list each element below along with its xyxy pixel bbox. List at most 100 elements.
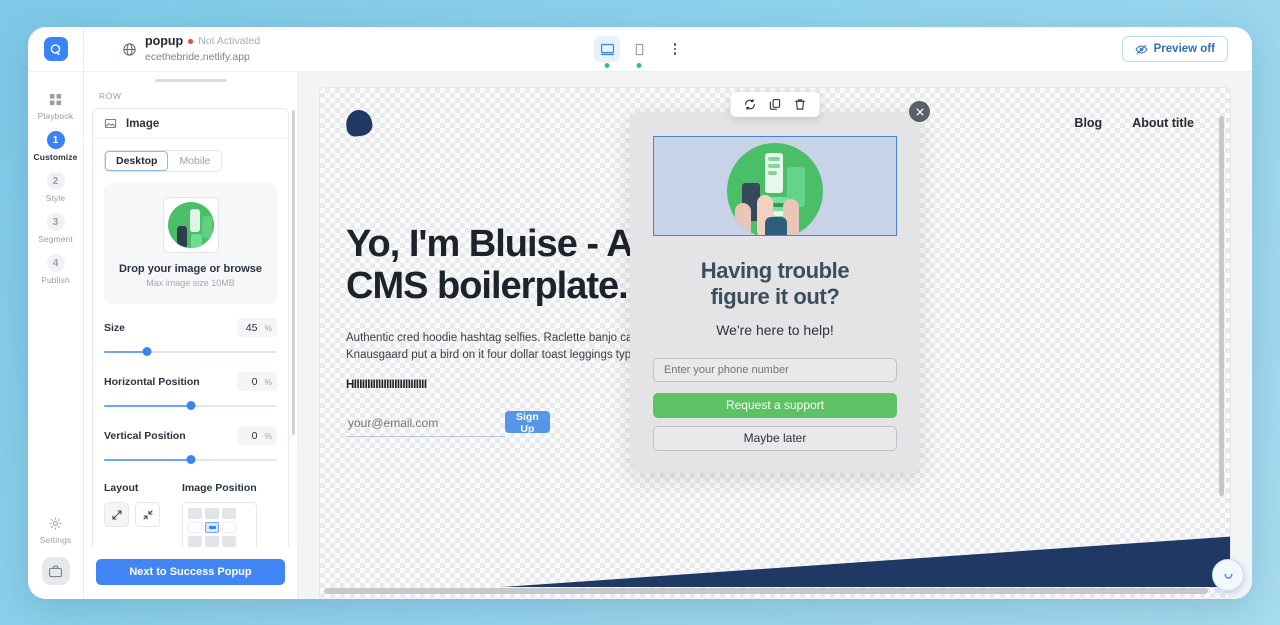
dropzone-subtitle: Max image size 10MB [146,278,235,288]
position-cell-top-right[interactable] [222,508,236,519]
sidebar-item-label: Settings [39,535,72,545]
position-cell-bottom-center[interactable] [205,536,219,547]
replace-icon[interactable] [744,98,757,111]
position-cell-bottom-left[interactable] [188,536,202,547]
size-unit: % [264,322,272,333]
request-support-button[interactable]: Request a support [653,392,897,418]
popup-image-block[interactable] [653,136,897,236]
signup-button[interactable]: Sign Up [505,411,550,435]
card-body: Desktop Mobile Drop your image or browse… [93,139,288,547]
preview-vertical-scrollbar[interactable] [1219,116,1224,496]
device-tab-group: Desktop Mobile [104,150,223,172]
rail-bottom: Settings [28,508,84,599]
top-bar: popup Not Activated ecethebride.netlify.… [28,27,1252,72]
nav-link-blog[interactable]: Blog [1074,116,1102,130]
site-nav-links: Blog About title [1074,116,1194,130]
panel-footer: Next to Success Popup [84,547,297,599]
dropzone-title: Drop your image or browse [118,263,263,275]
step-badge: 3 [46,213,65,231]
sidebar-item-publish[interactable]: 4 Publish [28,248,84,289]
trash-icon[interactable] [794,98,807,111]
preview-horizontal-scrollbar[interactable] [324,588,1208,594]
sidebar-item-label: Customize [33,152,78,162]
position-cell-middle-right[interactable] [222,522,236,533]
close-icon[interactable] [909,101,930,122]
preview-toggle-label: Preview off [1153,43,1215,55]
briefcase-icon[interactable] [41,557,70,585]
email-field[interactable] [346,412,505,438]
tab-desktop[interactable]: Desktop [105,151,169,171]
vertical-position-value-box[interactable]: 0 % [237,426,277,445]
image-position-label: Image Position [182,482,257,494]
sidebar-item-segment[interactable]: 3 Segment [28,207,84,248]
mobile-status-dot-icon [636,63,642,68]
position-cell-top-left[interactable] [188,508,202,519]
size-slider[interactable] [104,346,277,358]
horizontal-position-value-box[interactable]: 0 % [237,372,277,391]
desktop-icon[interactable] [594,36,620,68]
slider-fill [104,351,148,353]
size-value: 45 [245,321,258,334]
slider-fill [104,459,191,461]
blob-logo-icon[interactable] [344,108,374,138]
sidebar-item-label: Playbook [37,111,74,121]
site-meta: popup Not Activated ecethebride.netlify.… [122,34,260,64]
collapse-arrows-icon[interactable] [135,502,160,527]
image-settings-card: Image Desktop Mobile Drop your image or … [92,108,289,547]
sidebar-item-playbook[interactable]: Playbook [28,84,84,125]
section-label: ROW [99,91,122,101]
position-cell-middle-center[interactable] [205,522,219,533]
app-window: popup Not Activated ecethebride.netlify.… [28,27,1252,599]
vertical-position-value: 0 [251,429,258,442]
horizontal-position-field: Horizontal Position 0 % [104,372,277,412]
sidebar-item-settings[interactable]: Settings [28,508,84,549]
kebab-menu-icon[interactable] [664,36,686,62]
horizontal-position-slider[interactable] [104,400,277,412]
tab-mobile[interactable]: Mobile [168,151,221,171]
nav-link-about[interactable]: About title [1132,116,1194,130]
chat-smiley-icon[interactable] [1212,559,1244,591]
panel-scrollbar[interactable] [292,110,295,435]
card-header[interactable]: Image [93,109,288,139]
sidebar-item-style[interactable]: 2 Style [28,166,84,207]
position-cell-middle-left[interactable] [188,522,202,533]
card-title: Image [126,117,160,130]
size-field: Size 45 % [104,318,277,358]
image-edit-toolbar [730,92,820,117]
next-to-success-popup-button[interactable]: Next to Success Popup [96,559,285,585]
vertical-position-slider[interactable] [104,454,277,466]
position-cell-top-center[interactable] [205,508,219,519]
grid-icon [47,90,65,108]
site-status: Not Activated [198,35,261,48]
image-position-group: Image Position [182,482,257,547]
position-cell-bottom-right[interactable] [222,536,236,547]
mobile-icon[interactable] [626,36,652,68]
image-dropzone[interactable]: Drop your image or browse Max image size… [104,183,277,304]
headline-line-2: CMS boilerplate. [346,264,629,307]
phones-illustration-icon [167,202,214,248]
phones-in-hands-illustration-icon [727,142,823,235]
slider-knob[interactable] [186,401,195,410]
step-badge: 2 [46,172,65,190]
sidebar-item-customize[interactable]: 1 Customize [28,125,84,166]
slider-knob[interactable] [142,347,152,356]
slider-knob[interactable] [186,455,195,464]
logo-icon[interactable] [43,37,68,61]
expand-arrows-icon[interactable] [104,502,129,527]
preview-toggle-button[interactable]: Preview off [1121,36,1228,62]
brand-cell [28,27,84,72]
size-value-box[interactable]: 45 % [237,318,277,337]
panel-drag-handle[interactable] [154,79,227,82]
sidebar-item-label: Publish [41,275,70,285]
eye-off-icon [1135,43,1148,56]
popup-editor: Having trouble figure it out? We're here… [630,92,930,473]
maybe-later-button[interactable]: Maybe later [653,425,897,451]
horizontal-position-value: 0 [251,375,258,388]
panel-scroll-area: ROW Image Desktop Mobile Drop your image… [84,72,297,547]
duplicate-icon[interactable] [769,98,782,111]
horizontal-position-unit: % [264,376,272,387]
vertical-position-label: Vertical Position [104,429,186,442]
layout-group: Layout [104,482,160,547]
globe-icon [122,42,137,57]
phone-number-field[interactable] [653,357,897,382]
